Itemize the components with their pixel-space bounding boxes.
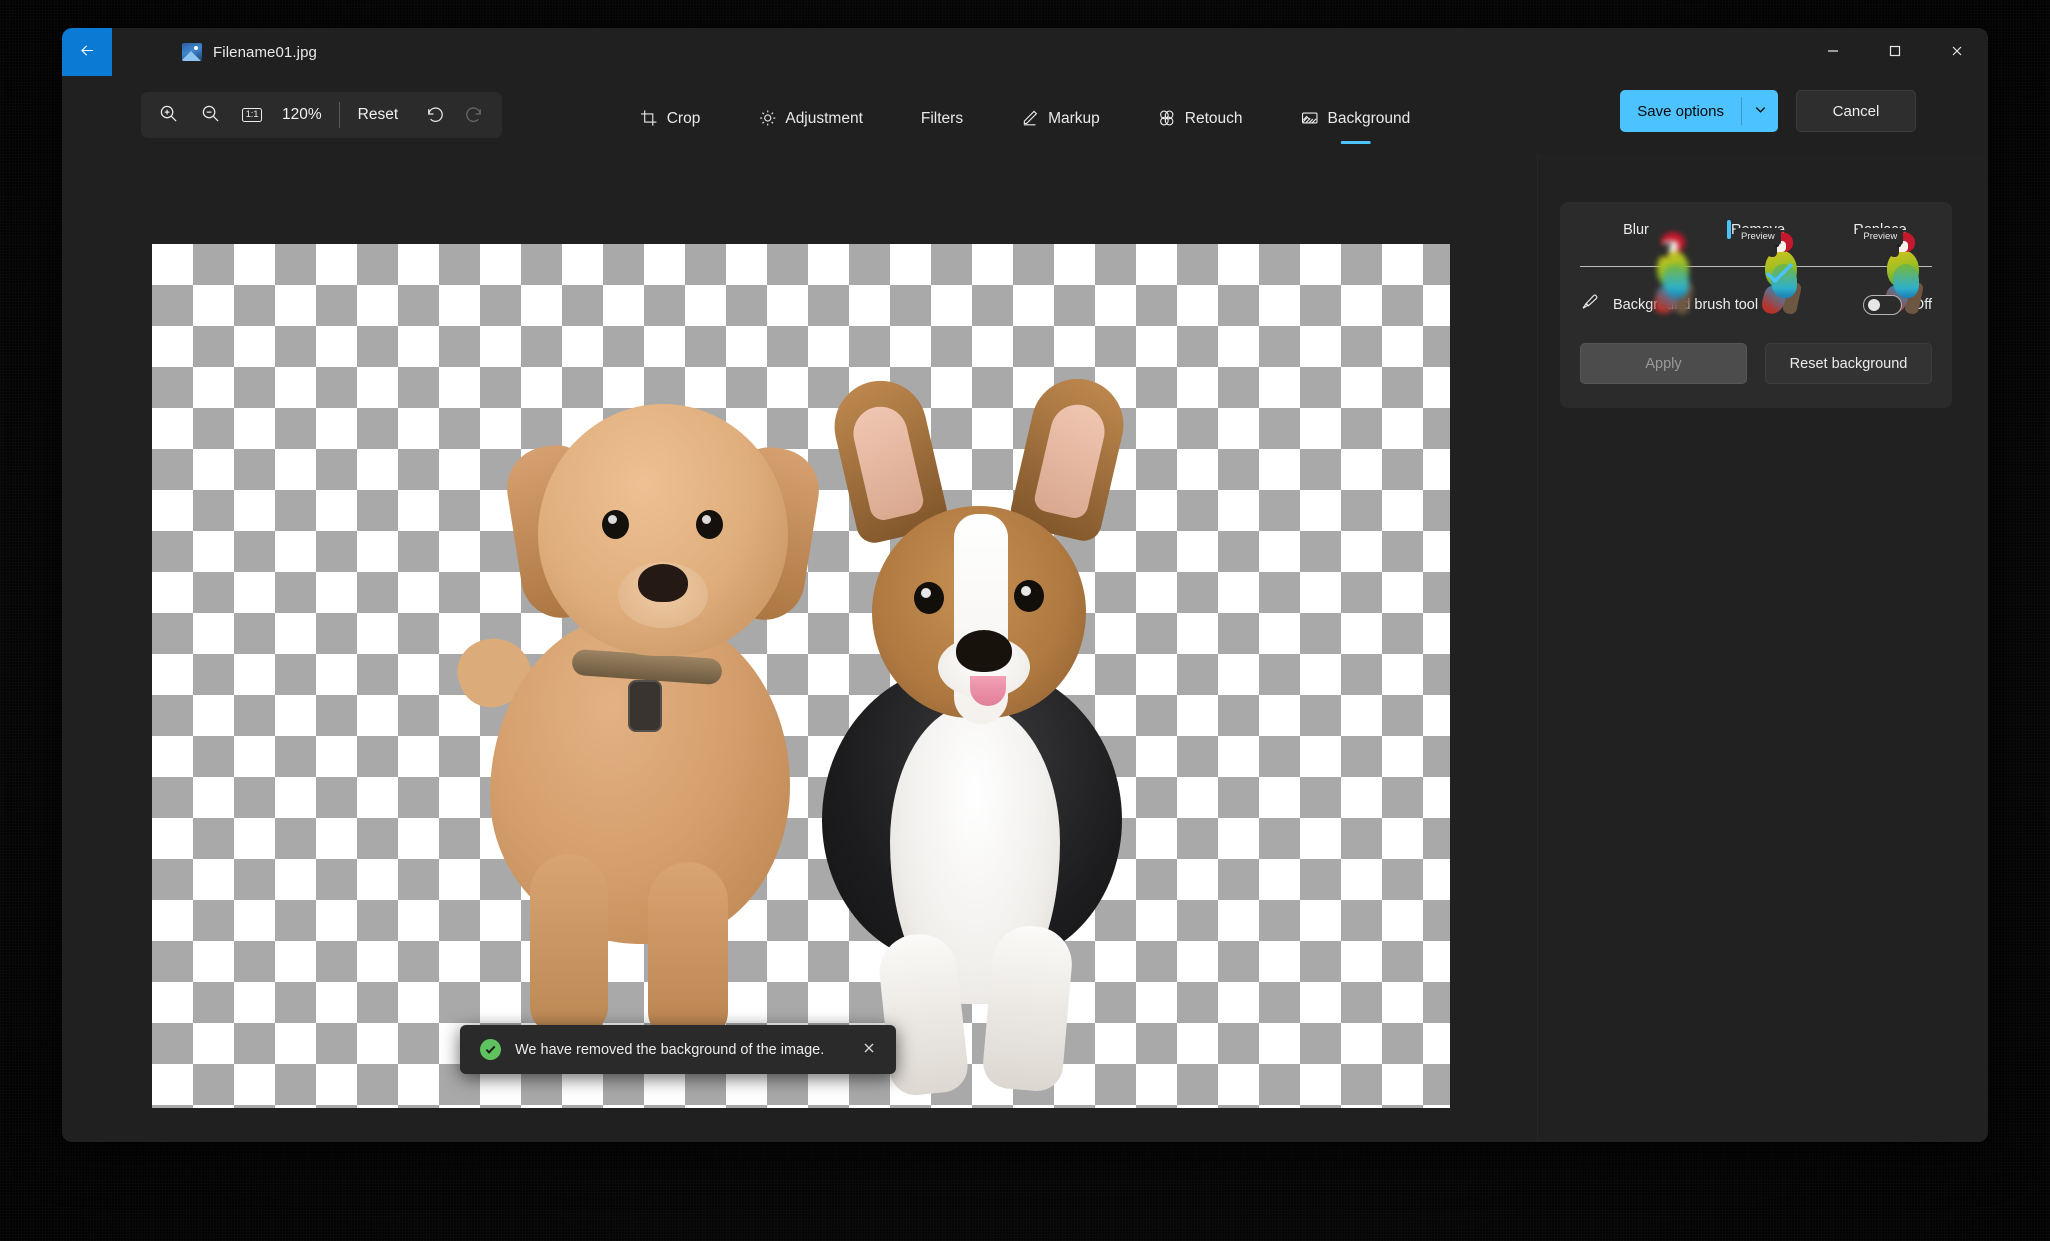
brush-icon	[1580, 293, 1599, 317]
brightness-icon	[758, 109, 776, 130]
cancel-button[interactable]: Cancel	[1796, 90, 1916, 132]
zoom-out-icon	[201, 104, 220, 126]
tab-filters-label: Filters	[920, 110, 964, 127]
zoom-in-icon	[159, 104, 178, 126]
chevron-down-icon	[1754, 103, 1767, 119]
corgi-nose	[956, 630, 1012, 672]
close-icon	[862, 1041, 876, 1058]
image-canvas[interactable]	[152, 244, 1450, 1108]
toast-notification: We have removed the background of the im…	[460, 1025, 897, 1074]
command-bar: 1:1 120% Reset Crop Adjustment Filters M…	[62, 76, 1988, 154]
tab-markup-label: Markup	[1048, 110, 1100, 127]
close-button[interactable]	[1926, 28, 1988, 76]
success-check-icon	[480, 1039, 501, 1060]
titlebar: Filename01.jpg	[62, 28, 1988, 76]
background-icon	[1301, 109, 1319, 130]
photo-editor-window: Filename01.jpg 1:1 120% Reset Crop Adjus…	[62, 28, 1988, 1142]
actual-size-button[interactable]: 1:1	[231, 95, 273, 135]
tab-crop[interactable]: Crop	[628, 92, 713, 138]
tab-filters[interactable]: Filters	[909, 92, 975, 138]
window-title: Filename01.jpg	[213, 43, 317, 61]
undo-button[interactable]	[412, 95, 454, 135]
doodle-leg-right	[648, 862, 728, 1040]
background-option-blur[interactable]: Blur	[1584, 220, 1695, 317]
doodle-eye-right	[696, 510, 723, 539]
pencil-icon	[1021, 109, 1039, 130]
background-option-replace[interactable]: Preview Replace	[1828, 220, 1928, 317]
background-option-remove[interactable]: Preview Remove	[1706, 220, 1806, 317]
undo-icon	[423, 103, 444, 127]
image-file-icon	[182, 43, 202, 61]
corgi-eye-left	[914, 582, 944, 614]
editor-tabs: Crop Adjustment Filters Markup Retouch B…	[628, 92, 1423, 138]
tab-background-label: Background	[1327, 110, 1411, 127]
actual-size-icon: 1:1	[241, 107, 263, 123]
replace-thumbnail: Preview	[1849, 220, 1925, 317]
tab-background[interactable]: Background	[1289, 92, 1423, 138]
tab-adjustment[interactable]: Adjustment	[746, 92, 875, 138]
back-button[interactable]	[62, 28, 112, 76]
background-brush-toggle[interactable]	[1862, 295, 1902, 315]
toolbar-separator	[338, 102, 340, 128]
doodle-collar-tag	[628, 680, 662, 732]
save-options-split-button[interactable]: Save options	[1620, 90, 1778, 132]
zoom-out-button[interactable]	[189, 95, 231, 135]
background-options-list: Blur	[1578, 220, 1934, 317]
window-controls	[1802, 28, 1988, 76]
arrow-left-icon	[78, 41, 97, 63]
zoom-in-button[interactable]	[147, 95, 189, 135]
corgi-eye-right	[1014, 580, 1044, 612]
reset-background-button[interactable]: Reset background	[1765, 343, 1932, 384]
toast-close-button[interactable]	[852, 1033, 886, 1067]
panel-action-buttons: Apply Reset background	[1578, 343, 1934, 384]
tab-retouch[interactable]: Retouch	[1146, 92, 1255, 138]
top-actions: Save options Cancel	[1620, 90, 1916, 132]
reset-zoom-button[interactable]: Reset	[344, 95, 413, 135]
canvas-stage: We have removed the background of the im…	[62, 154, 1537, 1142]
remove-thumbnail: Preview	[1727, 220, 1803, 317]
background-option-blur-label: Blur	[1623, 222, 1649, 238]
maximize-icon	[1888, 44, 1902, 61]
tab-adjustment-label: Adjustment	[785, 110, 863, 127]
zoom-toolbar: 1:1 120% Reset	[141, 92, 503, 138]
minimize-icon	[1826, 44, 1840, 61]
doodle-eye-left	[602, 510, 629, 539]
crop-icon	[640, 109, 658, 130]
doodle-leg-left	[530, 854, 608, 1034]
right-sidebar: Blur Background brush tool Off Apply Res…	[1537, 154, 1988, 1142]
zoom-level-value: 120%	[282, 106, 322, 123]
title-group: Filename01.jpg	[182, 28, 317, 76]
toast-message: We have removed the background of the im…	[515, 1041, 825, 1058]
tab-retouch-label: Retouch	[1184, 110, 1243, 127]
background-panel: Blur Background brush tool Off Apply Res…	[1560, 202, 1952, 408]
tab-crop-label: Crop	[666, 110, 701, 127]
apply-button[interactable]: Apply	[1580, 343, 1747, 384]
redo-icon	[465, 103, 486, 127]
save-options-button[interactable]: Save options	[1620, 90, 1741, 132]
minimize-button[interactable]	[1802, 28, 1864, 76]
retouch-icon	[1158, 109, 1176, 130]
dog-corgi-image	[792, 369, 1192, 1098]
save-options-dropdown-button[interactable]	[1742, 90, 1778, 132]
blur-thumbnail	[1619, 220, 1695, 317]
redo-button[interactable]	[454, 95, 496, 135]
tab-markup[interactable]: Markup	[1009, 92, 1112, 138]
maximize-button[interactable]	[1864, 28, 1926, 76]
corgi-leg-right	[981, 922, 1075, 1094]
doodle-nose	[638, 564, 688, 602]
close-icon	[1950, 44, 1964, 61]
